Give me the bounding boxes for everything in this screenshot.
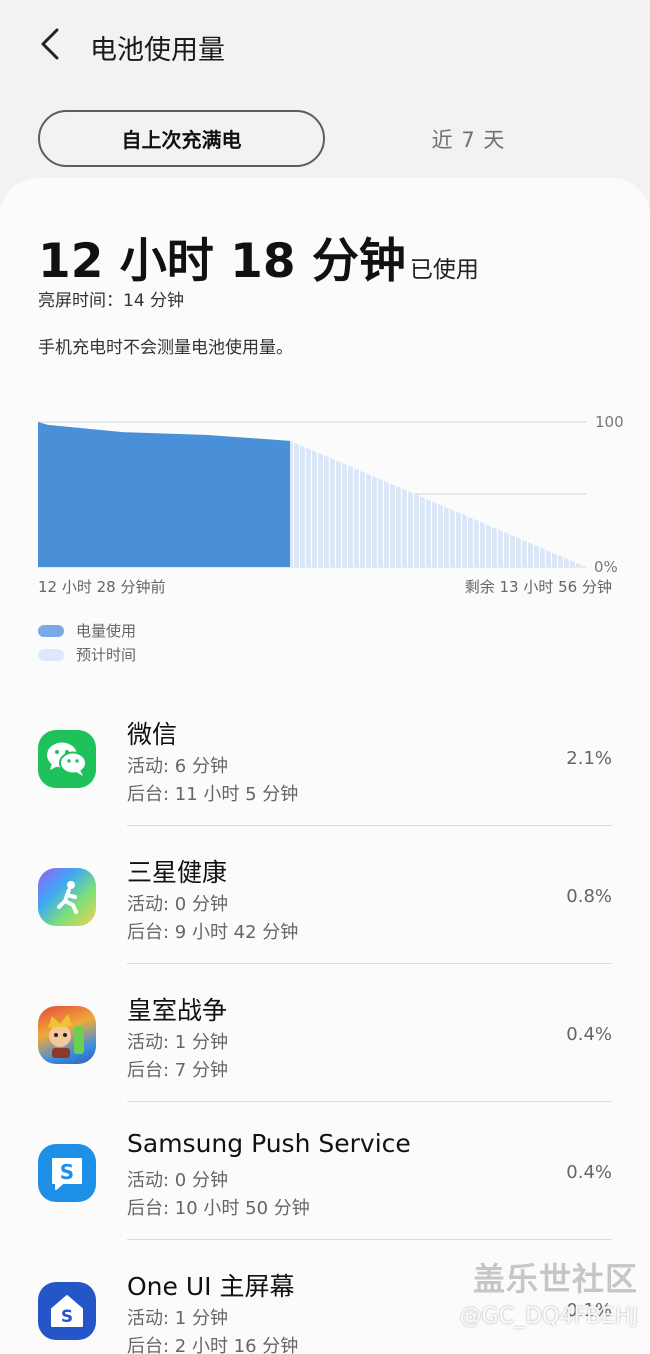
app-name: One UI 主屏幕 bbox=[127, 1272, 295, 1301]
y-tick-label-bottom: 0% bbox=[594, 558, 618, 576]
battery-chart: 100 0% bbox=[38, 413, 624, 576]
series-area-usage bbox=[38, 422, 290, 567]
x-axis-end-label: 剩余 13 小时 56 分钟 bbox=[464, 578, 612, 596]
app-name: 微信 bbox=[127, 720, 178, 749]
samsung-health-icon bbox=[38, 868, 96, 926]
tab-since-last-charge[interactable]: 自上次充满电 bbox=[38, 110, 325, 167]
app-background-time: 后台: 2 小时 16 分钟 bbox=[127, 1336, 299, 1354]
app-active-time: 活动: 0 分钟 bbox=[127, 1170, 228, 1191]
legend-swatch-usage bbox=[38, 624, 64, 637]
divider bbox=[127, 825, 612, 826]
divider bbox=[127, 1239, 612, 1240]
chevron-left-icon bbox=[41, 28, 59, 60]
screen-on-time: 亮屏时间：14 分钟 bbox=[38, 291, 185, 311]
app-row-clash-royale[interactable]: 皇室战争 活动: 1 分钟 后台: 7 分钟 0.4% bbox=[0, 966, 650, 1104]
back-button[interactable] bbox=[32, 26, 68, 62]
app-active-time: 活动: 0 分钟 bbox=[127, 894, 228, 915]
legend-item-usage: 电量使用 bbox=[38, 620, 136, 641]
legend-swatch-estimate bbox=[38, 648, 64, 661]
svg-text:S: S bbox=[60, 1160, 74, 1184]
clash-royale-icon bbox=[38, 1006, 96, 1064]
app-percent: 0.8% bbox=[566, 886, 612, 907]
y-tick-label-top: 100 bbox=[595, 413, 624, 431]
app-row-samsung-push[interactable]: S Samsung Push Service 活动: 0 分钟 后台: 10 小… bbox=[0, 1104, 650, 1242]
app-percent: 0.4% bbox=[566, 1024, 612, 1045]
legend-item-estimate: 预计时间 bbox=[38, 644, 136, 665]
period-tabs: 自上次充满电 近 7 天 bbox=[38, 110, 612, 167]
one-ui-home-icon: S bbox=[38, 1282, 96, 1340]
app-percent: 2.1% bbox=[566, 748, 612, 769]
app-background-time: 后台: 11 小时 5 分钟 bbox=[127, 784, 299, 805]
page-title: 电池使用量 bbox=[90, 35, 225, 66]
app-name: 三星健康 bbox=[127, 858, 228, 887]
usage-suffix: 已使用 bbox=[409, 257, 479, 283]
divider bbox=[127, 963, 612, 964]
watermark-brand: 盖乐世社区 bbox=[472, 1260, 638, 1298]
divider bbox=[127, 1101, 612, 1102]
app-active-time: 活动: 1 分钟 bbox=[127, 1308, 228, 1329]
samsung-push-icon: S bbox=[38, 1144, 96, 1202]
app-active-time: 活动: 1 分钟 bbox=[127, 1032, 228, 1053]
app-name: 皇室战争 bbox=[127, 996, 228, 1025]
charging-note: 手机充电时不会测量电池使用量。 bbox=[38, 338, 293, 358]
tab-last-7-days[interactable]: 近 7 天 bbox=[325, 110, 612, 167]
app-background-time: 后台: 9 小时 42 分钟 bbox=[127, 922, 299, 943]
app-background-time: 后台: 7 分钟 bbox=[127, 1060, 228, 1081]
x-axis-start-label: 12 小时 28 分钟前 bbox=[38, 578, 166, 596]
app-percent: 0.4% bbox=[566, 1162, 612, 1183]
watermark-user: @GC_DQ4FBEHJ bbox=[459, 1304, 638, 1329]
legend-label-estimate: 预计时间 bbox=[76, 646, 137, 664]
legend-label-usage: 电量使用 bbox=[76, 622, 137, 640]
wechat-icon bbox=[38, 730, 96, 788]
app-row-samsung-health[interactable]: 三星健康 活动: 0 分钟 后台: 9 小时 42 分钟 0.8% bbox=[0, 828, 650, 966]
app-bar: 电池使用量 bbox=[0, 0, 650, 90]
app-active-time: 活动: 6 分钟 bbox=[127, 756, 228, 777]
svg-text:S: S bbox=[61, 1307, 73, 1327]
app-background-time: 后台: 10 小时 50 分钟 bbox=[127, 1198, 310, 1219]
app-name: Samsung Push Service bbox=[127, 1129, 411, 1158]
usage-time: 12 小时 18 分钟 bbox=[38, 234, 406, 289]
app-row-wechat[interactable]: 微信 活动: 6 分钟 后台: 11 小时 5 分钟 2.1% bbox=[0, 690, 650, 828]
usage-summary: 12 小时 18 分钟 已使用 bbox=[38, 222, 479, 291]
series-area-estimate bbox=[290, 440, 586, 567]
